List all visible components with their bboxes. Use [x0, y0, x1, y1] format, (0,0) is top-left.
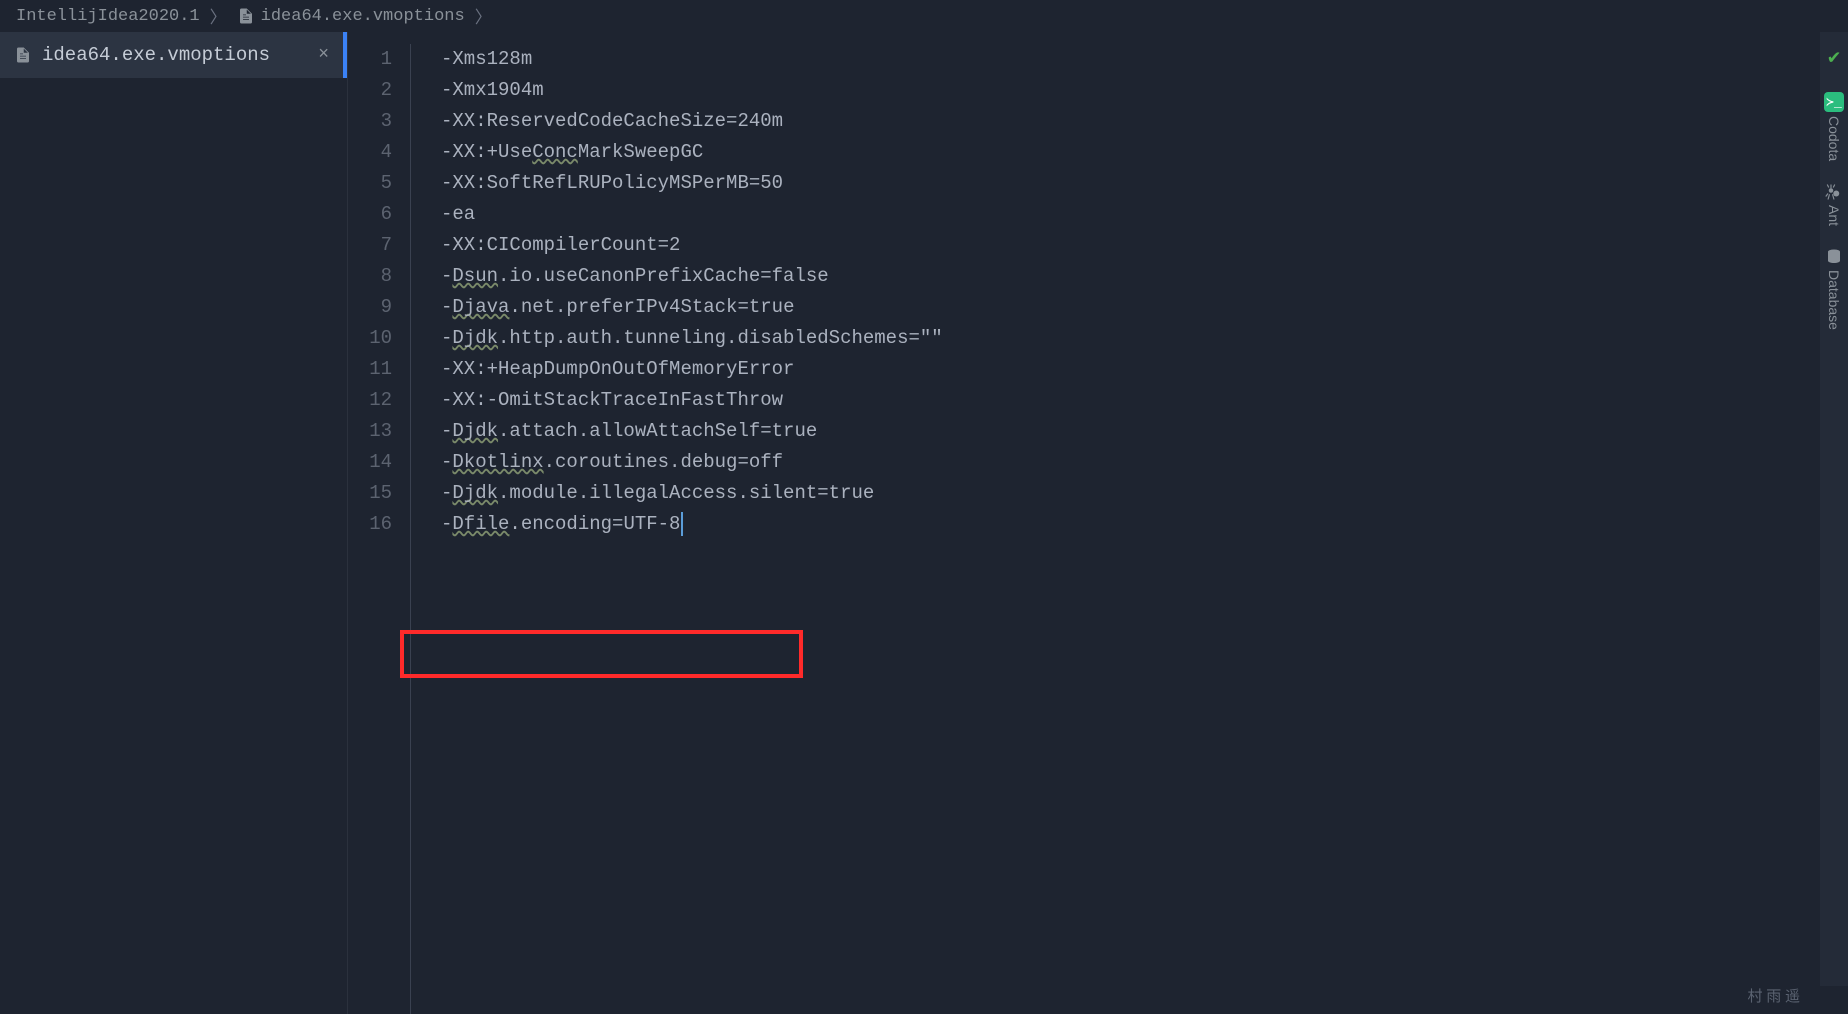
tab-filename: idea64.exe.vmoptions — [42, 44, 308, 66]
rail-item-ant[interactable]: Ant — [1825, 183, 1843, 226]
file-icon — [14, 46, 32, 64]
line-number: 13 — [348, 416, 410, 447]
ant-icon — [1825, 183, 1843, 201]
code-line[interactable]: -XX:-OmitStackTraceInFastThrow — [441, 385, 1848, 416]
line-number: 10 — [348, 323, 410, 354]
spellcheck-underline: Dsun — [452, 265, 498, 287]
code-line[interactable]: -Djdk.http.auth.tunneling.disabledScheme… — [441, 323, 1848, 354]
spellcheck-underline: Dfile — [452, 513, 509, 535]
breadcrumb-label: IntellijIdea2020.1 — [16, 7, 200, 26]
line-number: 9 — [348, 292, 410, 323]
editor-tab-active[interactable]: idea64.exe.vmoptions × — [0, 32, 347, 78]
line-number: 4 — [348, 137, 410, 168]
line-number-gutter: 12345678910111213141516 — [348, 32, 410, 1014]
rail-label: Ant — [1826, 205, 1842, 226]
code-editor[interactable]: 12345678910111213141516 -Xms128m-Xmx1904… — [348, 32, 1848, 1014]
breadcrumb-file[interactable]: idea64.exe.vmoptions — [237, 7, 465, 26]
chevron-right-icon: 〉 — [210, 3, 227, 29]
breadcrumb-project[interactable]: IntellijIdea2020.1 — [16, 7, 200, 26]
inspection-ok-icon[interactable]: ✔ — [1828, 44, 1840, 70]
line-number: 5 — [348, 168, 410, 199]
line-number: 11 — [348, 354, 410, 385]
rail-item-database[interactable]: Database — [1825, 248, 1843, 330]
spellcheck-underline: Djdk — [452, 420, 498, 442]
spellcheck-underline: Dkotlinx — [452, 451, 543, 473]
code-line[interactable]: -Djdk.attach.allowAttachSelf=true — [441, 416, 1848, 447]
code-line[interactable]: -Xms128m — [441, 44, 1848, 75]
spellcheck-underline: Djdk — [452, 482, 498, 504]
breadcrumb-bar: IntellijIdea2020.1 〉 idea64.exe.vmoption… — [0, 0, 1848, 32]
main-area: idea64.exe.vmoptions × 12345678910111213… — [0, 32, 1848, 1014]
code-line[interactable]: -XX:CICompilerCount=2 — [441, 230, 1848, 261]
code-line[interactable]: -XX:SoftRefLRUPolicyMSPerMB=50 — [441, 168, 1848, 199]
line-number: 8 — [348, 261, 410, 292]
line-number: 7 — [348, 230, 410, 261]
database-icon — [1825, 248, 1843, 266]
code-line[interactable]: -Dfile.encoding=UTF-8 — [441, 509, 1848, 540]
code-line[interactable]: -Dkotlinx.coroutines.debug=off — [441, 447, 1848, 478]
line-number: 3 — [348, 106, 410, 137]
code-line[interactable]: -Dsun.io.useCanonPrefixCache=false — [441, 261, 1848, 292]
watermark-text: 村 雨 遥 — [1747, 985, 1800, 1006]
code-content-area[interactable]: -Xms128m-Xmx1904m-XX:ReservedCodeCacheSi… — [411, 32, 1848, 1014]
code-line[interactable]: -ea — [441, 199, 1848, 230]
line-number: 1 — [348, 44, 410, 75]
tab-panel: idea64.exe.vmoptions × — [0, 32, 348, 1014]
code-line[interactable]: -XX:+UseConcMarkSweepGC — [441, 137, 1848, 168]
right-tool-rail: ✔ ≻_ Codota Ant Database — [1820, 32, 1848, 986]
rail-item-codota[interactable]: ≻_ Codota — [1824, 92, 1844, 161]
file-icon — [237, 7, 255, 25]
code-line[interactable]: -XX:+HeapDumpOnOutOfMemoryError — [441, 354, 1848, 385]
code-line[interactable]: -XX:ReservedCodeCacheSize=240m — [441, 106, 1848, 137]
line-number: 14 — [348, 447, 410, 478]
breadcrumb-label: idea64.exe.vmoptions — [261, 7, 465, 26]
spellcheck-underline: Conc — [532, 141, 578, 163]
rail-label: Database — [1826, 270, 1842, 330]
chevron-right-icon: 〉 — [475, 3, 492, 29]
spellcheck-underline: Djava — [452, 296, 509, 318]
line-number: 6 — [348, 199, 410, 230]
code-line[interactable]: -Xmx1904m — [441, 75, 1848, 106]
rail-label: Codota — [1826, 116, 1842, 161]
code-line[interactable]: -Djava.net.preferIPv4Stack=true — [441, 292, 1848, 323]
line-number: 15 — [348, 478, 410, 509]
line-number: 2 — [348, 75, 410, 106]
spellcheck-underline: Djdk — [452, 327, 498, 349]
code-line[interactable]: -Djdk.module.illegalAccess.silent=true — [441, 478, 1848, 509]
terminal-icon: ≻_ — [1824, 92, 1844, 112]
close-icon[interactable]: × — [318, 46, 329, 64]
line-number: 16 — [348, 509, 410, 540]
line-number: 12 — [348, 385, 410, 416]
text-caret — [681, 512, 683, 536]
